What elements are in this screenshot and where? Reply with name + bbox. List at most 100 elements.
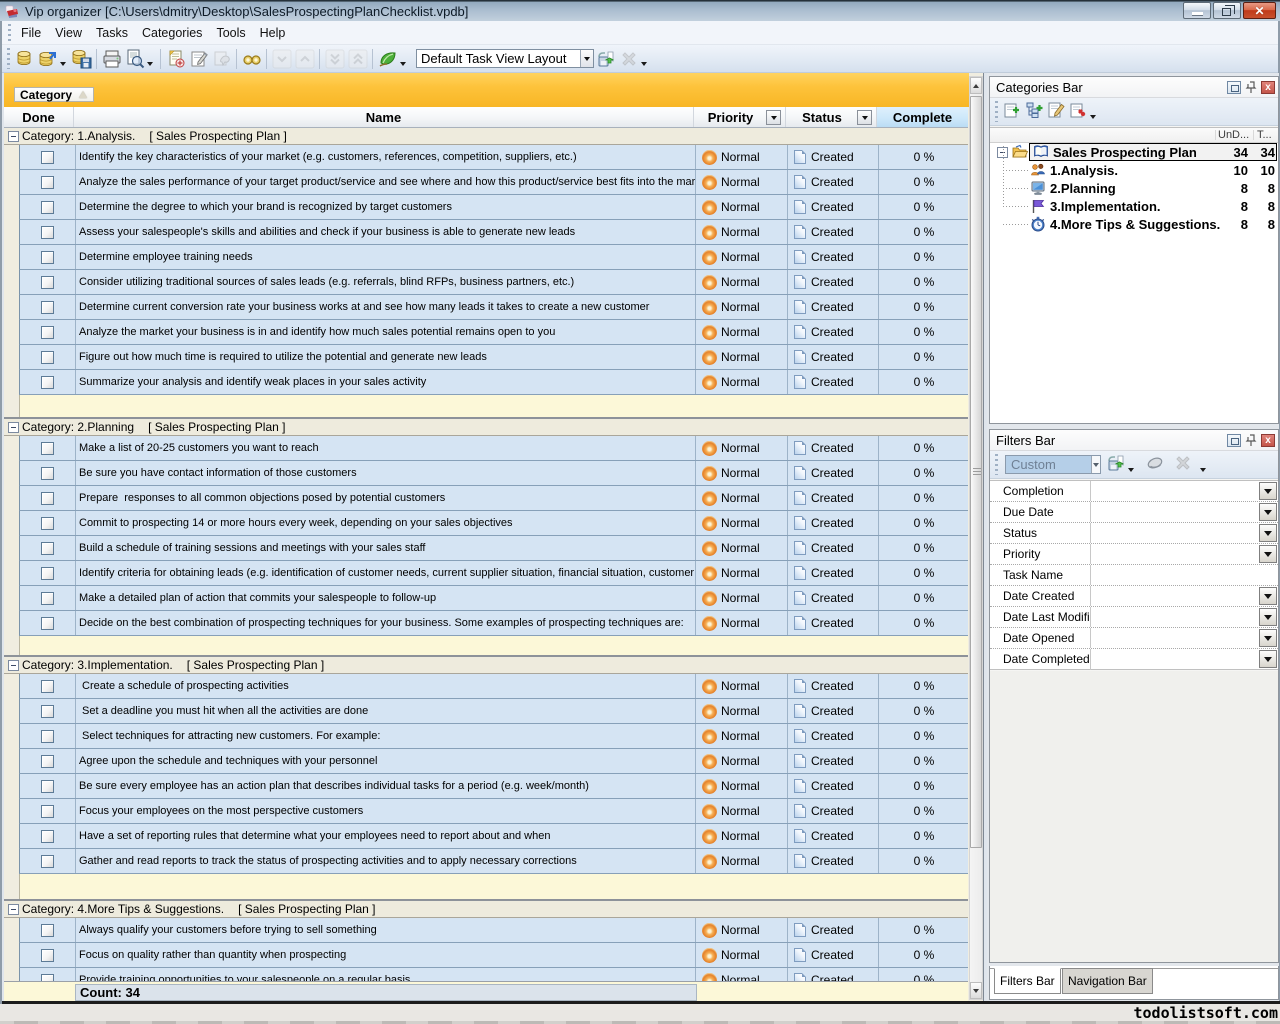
task-row[interactable]: Be sure you have contact information of …	[19, 461, 968, 486]
task-complete-cell[interactable]: 0 %	[878, 145, 968, 169]
task-checkbox[interactable]	[41, 780, 54, 793]
task-name-cell[interactable]: Make a detailed plan of action that comm…	[75, 586, 695, 610]
task-name-cell[interactable]: Be sure every employee has an action pla…	[75, 774, 695, 798]
task-row[interactable]: Analyze the market your business is in a…	[19, 320, 968, 345]
task-row[interactable]: Commit to prospecting 14 or more hours e…	[19, 511, 968, 536]
save-filter-dropdown-icon[interactable]	[1128, 468, 1134, 472]
task-status-cell[interactable]: Created	[787, 220, 878, 244]
categories-close-button[interactable]: x	[1261, 81, 1275, 94]
task-name-cell[interactable]: Agree upon the schedule and techniques w…	[75, 749, 695, 773]
task-status-cell[interactable]: Created	[787, 295, 878, 319]
close-button[interactable]: ✕	[1243, 2, 1276, 19]
collapse-group-icon[interactable]	[8, 660, 19, 671]
task-row[interactable]: Summarize your analysis and identify wea…	[19, 370, 968, 395]
menu-help[interactable]: Help	[253, 23, 293, 43]
task-name-cell[interactable]: Have a set of reporting rules that deter…	[75, 824, 695, 848]
task-status-cell[interactable]: Created	[787, 195, 878, 219]
task-name-cell[interactable]: Decide on the best combination of prospe…	[75, 611, 695, 635]
task-priority-cell[interactable]: Normal	[695, 561, 787, 585]
task-complete-cell[interactable]: 0 %	[878, 461, 968, 485]
task-name-cell[interactable]: Be sure you have contact information of …	[75, 461, 695, 485]
task-checkbox[interactable]	[41, 301, 54, 314]
filter-dropdown-button[interactable]	[1259, 587, 1277, 605]
task-status-cell[interactable]: Created	[787, 320, 878, 344]
task-priority-cell[interactable]: Normal	[695, 370, 787, 394]
task-name-cell[interactable]: Determine current conversion rate your b…	[75, 295, 695, 319]
task-status-cell[interactable]: Created	[787, 943, 878, 967]
filters-close-button[interactable]: x	[1261, 434, 1275, 447]
group-row[interactable]: Category: 3.Implementation.[ Sales Prosp…	[4, 657, 968, 674]
print-preview-dropdown-icon[interactable]	[147, 62, 153, 66]
task-checkbox[interactable]	[41, 805, 54, 818]
group-by-category-button[interactable]: Category	[14, 87, 94, 102]
filters-toolbar-dropdown-icon[interactable]	[1200, 468, 1206, 472]
open-database-dropdown-icon[interactable]	[60, 62, 66, 66]
task-name-cell[interactable]: Prepare responses to all common objectio…	[75, 486, 695, 510]
task-checkbox[interactable]	[41, 517, 54, 530]
task-priority-cell[interactable]: Normal	[695, 436, 787, 460]
task-row[interactable]: Identify the key characteristics of your…	[19, 145, 968, 170]
task-status-cell[interactable]: Created	[787, 486, 878, 510]
task-priority-cell[interactable]: Normal	[695, 943, 787, 967]
task-priority-cell[interactable]: Normal	[695, 486, 787, 510]
status-filter-button[interactable]	[857, 110, 872, 125]
task-status-cell[interactable]: Created	[787, 345, 878, 369]
task-priority-cell[interactable]: Normal	[695, 699, 787, 723]
tree-root-row[interactable]: Sales Prospecting Plan3434	[990, 143, 1278, 161]
task-complete-cell[interactable]: 0 %	[878, 320, 968, 344]
collapse-group-icon[interactable]	[8, 904, 19, 915]
task-checkbox[interactable]	[41, 492, 54, 505]
filter-dropdown-button[interactable]	[1259, 482, 1277, 500]
task-priority-cell[interactable]: Normal	[695, 295, 787, 319]
task-checkbox[interactable]	[41, 276, 54, 289]
tree-column-total[interactable]: T...	[1257, 129, 1272, 141]
task-status-cell[interactable]: Created	[787, 968, 878, 981]
task-status-cell[interactable]: Created	[787, 824, 878, 848]
task-name-cell[interactable]: Always qualify your customers before try…	[75, 918, 695, 942]
categories-toolbar-dropdown-icon[interactable]	[1090, 115, 1096, 119]
task-status-cell[interactable]: Created	[787, 511, 878, 535]
task-complete-cell[interactable]: 0 %	[878, 699, 968, 723]
task-row[interactable]: Build a schedule of training sessions an…	[19, 536, 968, 561]
column-header-done[interactable]: Done	[4, 107, 74, 127]
filter-dropdown-button[interactable]	[1259, 545, 1277, 563]
task-priority-cell[interactable]: Normal	[695, 774, 787, 798]
task-complete-cell[interactable]: 0 %	[878, 968, 968, 981]
print-button[interactable]	[100, 47, 123, 71]
task-status-cell[interactable]: Created	[787, 611, 878, 635]
task-priority-cell[interactable]: Normal	[695, 536, 787, 560]
task-complete-cell[interactable]: 0 %	[878, 195, 968, 219]
edit-category-button[interactable]	[1045, 101, 1067, 123]
task-checkbox[interactable]	[41, 755, 54, 768]
open-database-button[interactable]	[36, 47, 59, 71]
task-status-cell[interactable]: Created	[787, 145, 878, 169]
task-complete-cell[interactable]: 0 %	[878, 370, 968, 394]
task-priority-cell[interactable]: Normal	[695, 749, 787, 773]
task-complete-cell[interactable]: 0 %	[878, 345, 968, 369]
categories-pin-button[interactable]	[1244, 81, 1258, 94]
tree-category-row[interactable]: 3.Implementation.88	[990, 197, 1278, 215]
task-name-cell[interactable]: Set a deadline you must hit when all the…	[75, 699, 695, 723]
add-category-button[interactable]	[1001, 101, 1023, 123]
task-status-cell[interactable]: Created	[787, 461, 878, 485]
menu-view[interactable]: View	[48, 23, 89, 43]
task-priority-cell[interactable]: Normal	[695, 270, 787, 294]
find-button[interactable]	[240, 47, 263, 71]
task-row[interactable]: Make a list of 20-25 customers you want …	[19, 436, 968, 461]
task-row[interactable]: Focus your employees on the most perspec…	[19, 799, 968, 824]
task-complete-cell[interactable]: 0 %	[878, 611, 968, 635]
move-bottom-button[interactable]	[323, 47, 346, 71]
task-checkbox[interactable]	[41, 592, 54, 605]
task-status-cell[interactable]: Created	[787, 536, 878, 560]
task-checkbox[interactable]	[41, 855, 54, 868]
task-priority-cell[interactable]: Normal	[695, 511, 787, 535]
task-row[interactable]: Determine the degree to which your brand…	[19, 195, 968, 220]
save-layout-button[interactable]	[594, 47, 617, 71]
task-checkbox[interactable]	[41, 201, 54, 214]
task-complete-cell[interactable]: 0 %	[878, 943, 968, 967]
task-name-cell[interactable]: Analyze the sales performance of your ta…	[75, 170, 695, 194]
task-name-cell[interactable]: Focus your employees on the most perspec…	[75, 799, 695, 823]
task-checkbox[interactable]	[41, 680, 54, 693]
filter-dropdown-button[interactable]	[1259, 650, 1277, 668]
task-row[interactable]: Focus on quality rather than quantity wh…	[19, 943, 968, 968]
